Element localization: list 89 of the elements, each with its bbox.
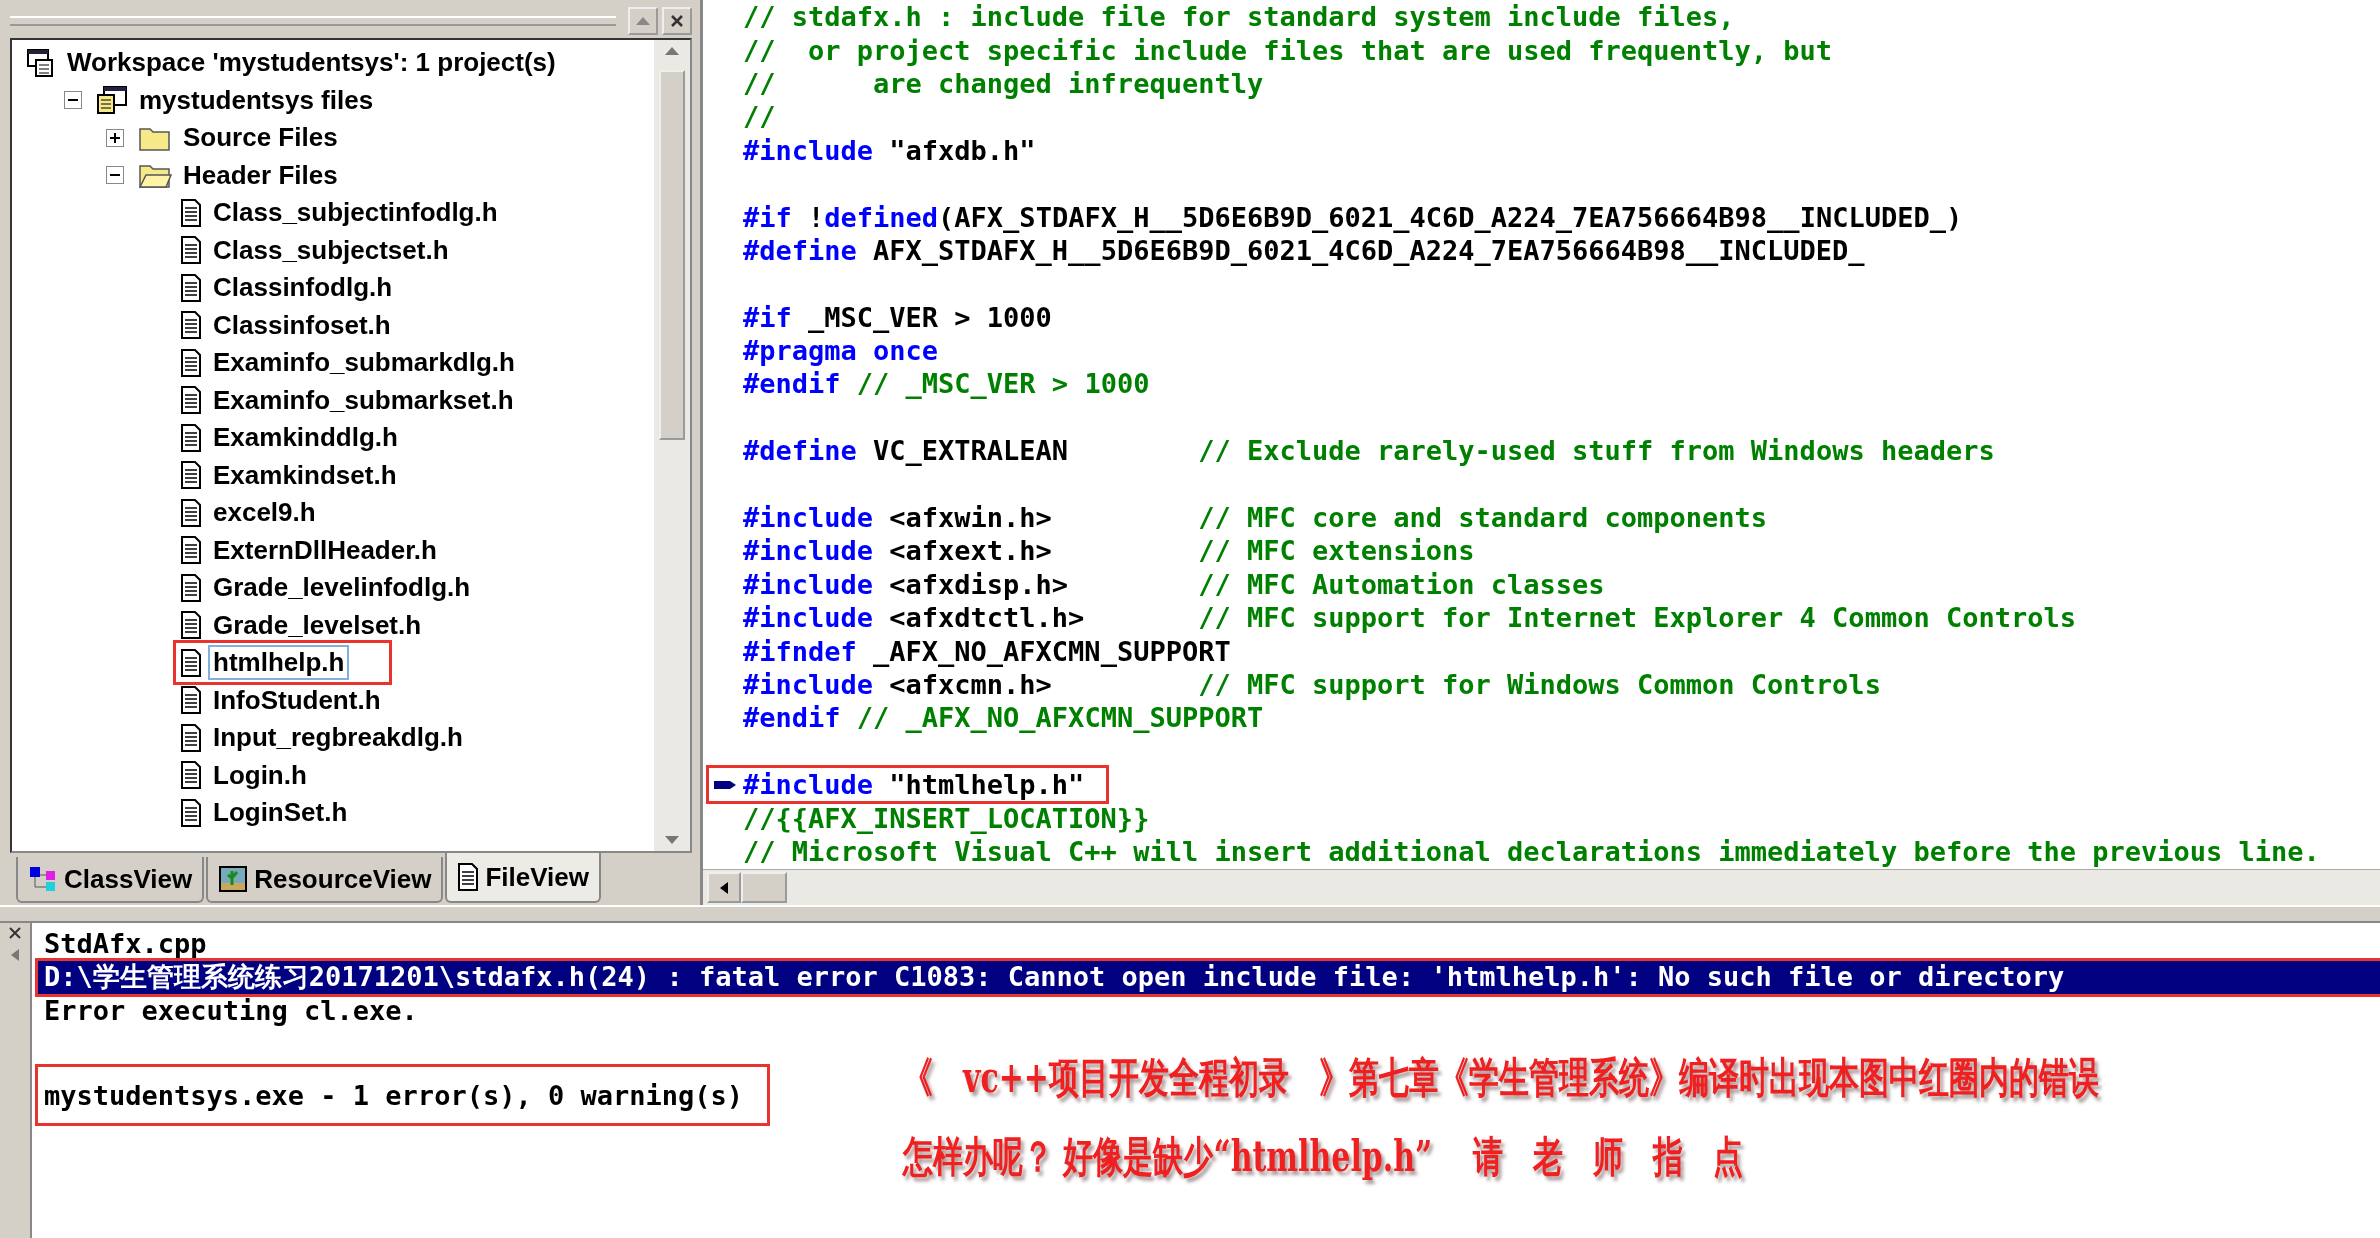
- code-line: //{{AFX_INSERT_LOCATION}}: [743, 802, 1150, 834]
- scroll-left-button[interactable]: [707, 872, 741, 903]
- file-icon: [180, 573, 202, 602]
- tree-item[interactable]: Examinfo_submarkdlg.h: [208, 345, 520, 381]
- project-icon: [96, 85, 128, 116]
- up-triangle-icon: [635, 16, 651, 26]
- code-line: // Microsoft Visual C++ will insert additional declarations immediately before the previous line.: [743, 835, 2320, 867]
- scroll-up-icon: [664, 46, 680, 56]
- code-line: #include <afxext.h> // MFC extensions: [743, 535, 1475, 567]
- horizontal-scrollbar[interactable]: [703, 869, 2380, 905]
- tree-item[interactable]: InfoStudent.h: [208, 682, 386, 718]
- tree-item[interactable]: Input_regbreakdlg.h: [208, 720, 468, 756]
- output-line[interactable]: StdAfx.cpp: [38, 927, 2380, 961]
- tree-item[interactable]: mystudentsys files: [134, 82, 379, 118]
- code-line: #include <afxdtctl.h> // MFC support for Internet Explorer 4 Common Controls: [743, 602, 2076, 634]
- scroll-thumb[interactable]: [659, 70, 685, 440]
- scroll-down-icon: [664, 835, 680, 845]
- scroll-thumb[interactable]: [741, 872, 787, 903]
- file-icon: [180, 648, 202, 677]
- file-icon: [180, 423, 202, 452]
- code-line: #define VC_EXTRALEAN // Exclude rarely-used stuff from Windows headers: [743, 435, 1995, 467]
- code-line: #include "htmlhelp.h": [743, 769, 1085, 801]
- code-line: #include <afxwin.h> // MFC core and standard components: [743, 502, 1768, 534]
- tree-item[interactable]: excel9.h: [208, 495, 321, 531]
- output-line[interactable]: mystudentsys.exe - 1 error(s), 0 warning(s): [38, 1067, 767, 1123]
- file-icon: [180, 386, 202, 415]
- file-icon: [180, 198, 202, 227]
- file-icon: [180, 311, 202, 340]
- code-line: #endif // _MSC_VER > 1000: [743, 368, 1150, 400]
- close-icon: [670, 14, 684, 28]
- file-icon: [180, 273, 202, 302]
- file-icon: [180, 686, 202, 715]
- close-icon[interactable]: [7, 925, 23, 941]
- tree-item[interactable]: Examkindset.h: [208, 457, 402, 493]
- view-tab[interactable]: ClassView: [16, 857, 205, 903]
- collapse-toggle[interactable]: [64, 91, 82, 110]
- gripper-bar[interactable]: [10, 16, 616, 26]
- file-icon: [180, 348, 202, 377]
- file-icon: [457, 863, 480, 891]
- resource-icon: [218, 865, 249, 893]
- annotation-text: 怎样办呢？ 好像是缺少“htmlhelp.h” 请 老 师 指 点: [903, 1130, 1744, 1183]
- workspace-icon: [26, 47, 56, 78]
- tree-item[interactable]: Grade_levelset.h: [208, 607, 427, 643]
- scroll-left-icon[interactable]: [9, 947, 21, 963]
- tree-item[interactable]: htmlhelp.h: [208, 645, 350, 681]
- code-line: #include "afxdb.h": [743, 134, 1036, 166]
- tree-item[interactable]: Classinfodlg.h: [208, 270, 398, 306]
- tree-item[interactable]: Class_subjectset.h: [208, 232, 454, 268]
- code-line: #pragma once: [743, 335, 939, 367]
- code-line: #include <afxcmn.h> // MFC support for Windows Common Controls: [743, 669, 1881, 700]
- view-tab[interactable]: ResourceView: [206, 857, 444, 903]
- tree-item[interactable]: Source Files: [178, 120, 343, 156]
- collapse-toggle[interactable]: [106, 166, 124, 185]
- file-icon: [180, 798, 202, 827]
- close-button[interactable]: [662, 7, 692, 35]
- code-line: #ifndef _AFX_NO_AFXCMN_SUPPORT: [743, 635, 1231, 667]
- file-icon: [180, 236, 202, 265]
- code-line: #define AFX_STDAFX_H__5D6E6B9D_6021_4C6D_A224_7EA756664B98__INCLUDED_: [743, 234, 1865, 266]
- tree-item[interactable]: Grade_levelinfodlg.h: [208, 570, 476, 606]
- annotation-text: 《 vc++项目开发全程初录 》第七章《学生管理系统》编译时出现本图中红圈内的错误: [903, 1051, 2099, 1104]
- tree-item[interactable]: Login.h: [208, 757, 312, 793]
- tree-item[interactable]: ExternDllHeader.h: [208, 532, 442, 568]
- file-icon: [180, 723, 202, 752]
- file-icon: [180, 461, 202, 490]
- code-line: // are changed infrequently: [743, 67, 1264, 99]
- tree-item[interactable]: LoginSet.h: [208, 795, 353, 831]
- file-icon: [180, 498, 202, 527]
- scroll-left-icon: [719, 880, 729, 895]
- tree-item[interactable]: Examinfo_submarkset.h: [208, 382, 519, 418]
- tree-item[interactable]: Header Files: [178, 157, 343, 193]
- code-line: // stdafx.h : include file for standard system include files,: [743, 1, 1735, 33]
- tree-item[interactable]: Classinfoset.h: [208, 307, 396, 343]
- file-icon: [180, 611, 202, 640]
- expand-toggle[interactable]: [106, 128, 124, 147]
- view-tab[interactable]: FileView: [445, 853, 602, 903]
- code-line: #if _MSC_VER > 1000: [743, 301, 1052, 333]
- output-line[interactable]: Error executing cl.exe.: [38, 994, 2380, 1028]
- tree-item[interactable]: Examkinddlg.h: [208, 420, 403, 456]
- tree-item[interactable]: Class_subjectinfodlg.h: [208, 195, 503, 231]
- vertical-scrollbar[interactable]: [654, 40, 690, 851]
- code-line: // or project specific include files that are used frequently, but: [743, 34, 1833, 66]
- code-line: //: [743, 101, 776, 133]
- code-line: #endif // _AFX_NO_AFXCMN_SUPPORT: [743, 702, 1264, 734]
- tree-item[interactable]: Workspace 'mystudentsys': 1 project(s): [62, 45, 561, 81]
- code-line: #include <afxdisp.h> // MFC Automation classes: [743, 568, 1605, 600]
- class-tree-icon: [28, 865, 58, 893]
- file-icon: [180, 761, 202, 790]
- file-icon: [180, 536, 202, 565]
- code-line: #if !defined(AFX_STDAFX_H__5D6E6B9D_6021_4C6D_A224_7EA756664B98__INCLUDED_): [743, 201, 1963, 233]
